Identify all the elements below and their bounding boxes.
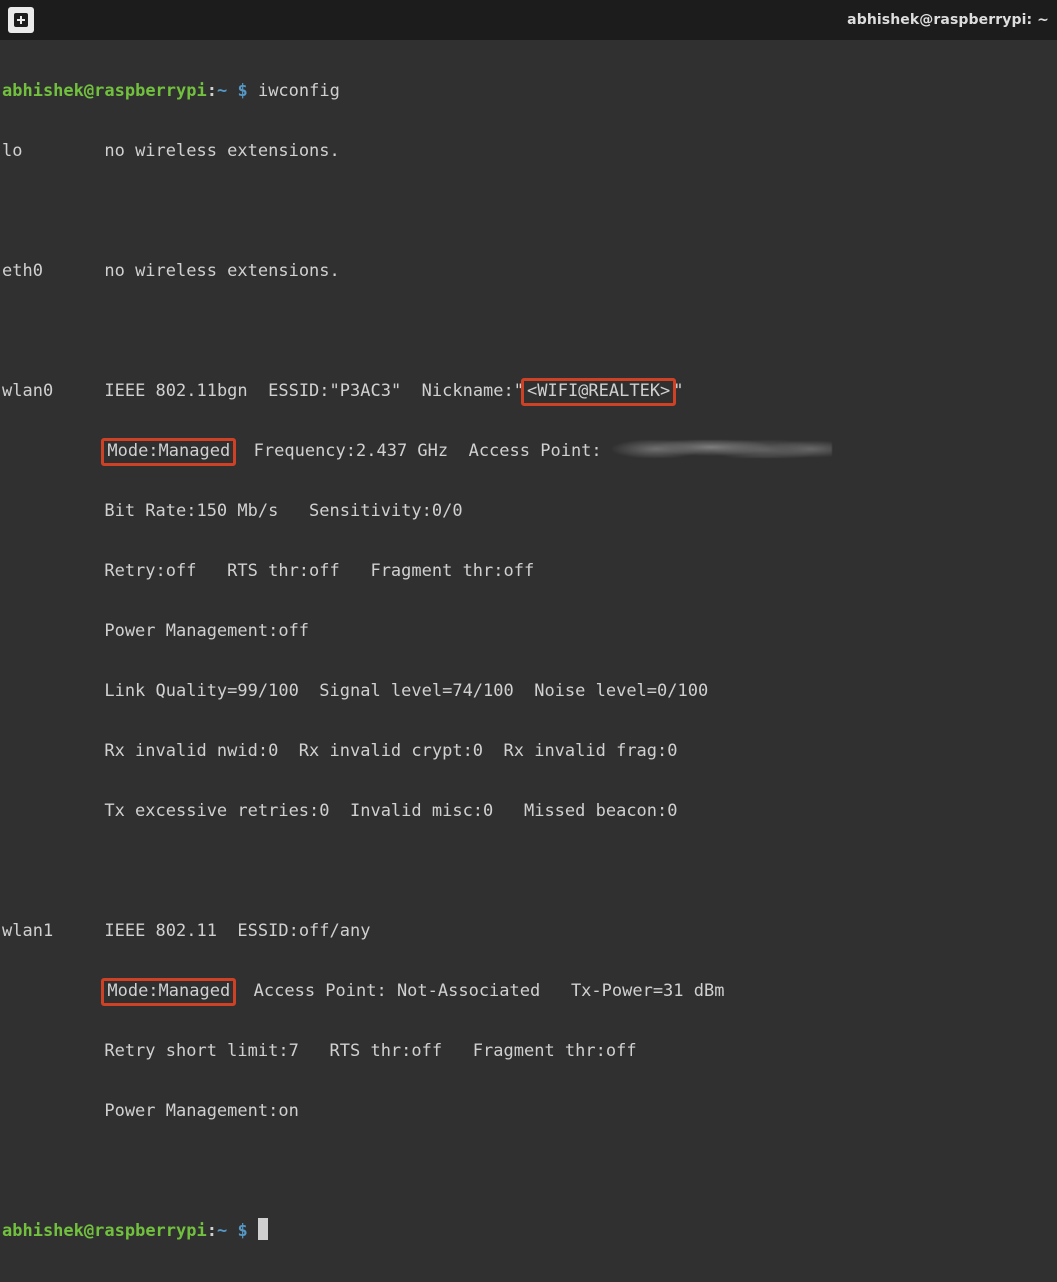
- blank-line: [2, 196, 1055, 226]
- output-wlan0-l5: Power Management:off: [2, 616, 1055, 646]
- prompt-at: @: [84, 81, 94, 101]
- output-wlan1-l1: wlan1 IEEE 802.11 ESSID:off/any: [2, 916, 1055, 946]
- output-wlan1-l2: Mode:Managed Access Point: Not-Associate…: [2, 976, 1055, 1006]
- prompt-at: @: [84, 1221, 94, 1241]
- wlan0-essid: IEEE 802.11bgn ESSID:"P3AC3" Nickname:": [53, 381, 524, 401]
- highlight-mode-wlan1: Mode:Managed: [101, 978, 236, 1006]
- output-wlan0-l7: Rx invalid nwid:0 Rx invalid crypt:0 Rx …: [2, 736, 1055, 766]
- output-wlan1-l4: Power Management:on: [2, 1096, 1055, 1126]
- prompt-colon: :: [207, 81, 217, 101]
- prompt-host: raspberrypi: [94, 1221, 207, 1241]
- highlight-nickname: <WIFI@REALTEK>: [521, 378, 676, 406]
- output-eth0: eth0 no wireless extensions.: [2, 256, 1055, 286]
- output-wlan0-l6: Link Quality=99/100 Signal level=74/100 …: [2, 676, 1055, 706]
- command-text: iwconfig: [258, 81, 340, 101]
- terminal-output[interactable]: abhishek@raspberrypi:~ $ iwconfig lo no …: [0, 40, 1057, 1282]
- cursor-icon: [258, 1218, 268, 1240]
- terminal-plus-icon: [14, 13, 28, 27]
- output-wlan1-l3: Retry short limit:7 RTS thr:off Fragment…: [2, 1036, 1055, 1066]
- blank-line: [2, 1156, 1055, 1186]
- prompt-line-1: abhishek@raspberrypi:~ $ iwconfig: [2, 76, 1055, 106]
- pad: [2, 441, 104, 461]
- highlight-mode-wlan0: Mode:Managed: [101, 438, 236, 466]
- prompt-user: abhishek: [2, 1221, 84, 1241]
- iface-wlan0: wlan0: [2, 381, 53, 401]
- titlebar: abhishek@raspberrypi: ~: [0, 0, 1057, 40]
- iface-lo: lo: [2, 141, 22, 161]
- redacted-mac-icon: [612, 440, 832, 458]
- wlan1-essid: IEEE 802.11 ESSID:off/any: [53, 921, 370, 941]
- prompt-user: abhishek: [2, 81, 84, 101]
- output-wlan0-l8: Tx excessive retries:0 Invalid misc:0 Mi…: [2, 796, 1055, 826]
- prompt-host: raspberrypi: [94, 81, 207, 101]
- output-wlan0-l3: Bit Rate:150 Mb/s Sensitivity:0/0: [2, 496, 1055, 526]
- pad: [2, 981, 104, 1001]
- output-wlan0-l1: wlan0 IEEE 802.11bgn ESSID:"P3AC3" Nickn…: [2, 376, 1055, 406]
- wlan1-ap: Access Point: Not-Associated Tx-Power=31…: [233, 981, 724, 1001]
- blank-line: [2, 316, 1055, 346]
- prompt-dollar: $: [227, 81, 258, 101]
- prompt-line-2: abhishek@raspberrypi:~ $: [2, 1216, 1055, 1246]
- iface-eth0: eth0: [2, 261, 43, 281]
- output-lo: lo no wireless extensions.: [2, 136, 1055, 166]
- blank-line: [2, 856, 1055, 886]
- prompt-colon: :: [207, 1221, 217, 1241]
- eth0-info: no wireless extensions.: [43, 261, 340, 281]
- iface-wlan1: wlan1: [2, 921, 53, 941]
- output-wlan0-l4: Retry:off RTS thr:off Fragment thr:off: [2, 556, 1055, 586]
- wlan0-nick-tail: ": [673, 381, 683, 401]
- prompt-path: ~: [217, 1221, 227, 1241]
- wlan0-freq: Frequency:2.437 GHz Access Point:: [233, 441, 612, 461]
- lo-info: no wireless extensions.: [22, 141, 339, 161]
- prompt-path: ~: [217, 81, 227, 101]
- window-title: abhishek@raspberrypi: ~: [847, 12, 1049, 28]
- prompt-dollar: $: [227, 1221, 258, 1241]
- output-wlan0-l2: Mode:Managed Frequency:2.437 GHz Access …: [2, 436, 1055, 466]
- new-tab-button[interactable]: [8, 7, 34, 33]
